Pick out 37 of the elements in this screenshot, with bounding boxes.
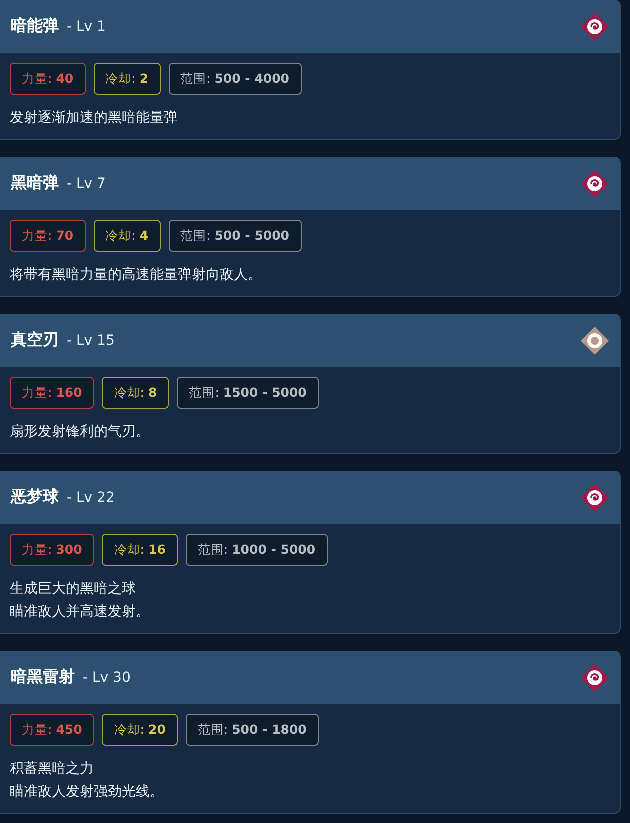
description-line: 将带有黑暗力量的高速能量弹射向敌人。 (10, 266, 262, 285)
cooldown-stat: 冷却: 4 (94, 220, 161, 252)
skill-name: 恶梦球 (11, 487, 59, 508)
description-line: 瞄准敌人发射强劲光线。 (10, 783, 164, 802)
skill-name: 真空刃 (11, 330, 59, 351)
power-stat: 力量: 450 (10, 714, 94, 746)
power-stat: 力量: 40 (10, 63, 86, 95)
power-stat: 力量: 300 (10, 534, 94, 566)
level-label: - Lv 7 (67, 176, 106, 192)
power-stat: 力量: 160 (10, 377, 94, 409)
range-stat: 范围: 500 - 4000 (168, 63, 302, 95)
description-line: 发射逐渐加速的黑暗能量弹 (10, 109, 178, 128)
skill-name: 黑暗弹 (11, 173, 59, 194)
level-label: - Lv 15 (67, 333, 115, 349)
level-label: - Lv 22 (67, 490, 115, 506)
range-stat: 范围: 1000 - 5000 (186, 534, 328, 566)
cooldown-stat: 冷却: 20 (102, 714, 178, 746)
skill-name: 暗能弹 (11, 16, 59, 37)
range-stat: 范围: 500 - 1800 (186, 714, 319, 746)
range-stat: 范围: 1500 - 5000 (177, 377, 319, 409)
level-label: - Lv 1 (67, 19, 106, 35)
cooldown-stat: 冷却: 16 (102, 534, 178, 566)
diamond-target-icon (581, 326, 609, 354)
cooldown-stat: 冷却: 8 (102, 377, 170, 409)
power-stat: 力量: 70 (10, 220, 86, 252)
cooldown-stat: 冷却: 2 (94, 63, 161, 95)
description-line: 瞄准敌人并高速发射。 (10, 603, 150, 622)
range-stat: 范围: 500 - 5000 (168, 220, 302, 252)
description-line: 扇形发射锋利的气刃。 (10, 423, 150, 442)
level-label: - Lv 30 (83, 670, 131, 686)
diamond-swirl-icon (581, 12, 609, 40)
description-line: 生成巨大的黑暗之球 (10, 580, 136, 599)
diamond-swirl-icon (581, 170, 609, 198)
skill-name: 暗黑雷射 (11, 667, 75, 688)
description-line: 积蓄黑暗之力 (10, 760, 94, 779)
diamond-swirl-icon (581, 664, 609, 692)
diamond-swirl-icon (581, 484, 609, 512)
